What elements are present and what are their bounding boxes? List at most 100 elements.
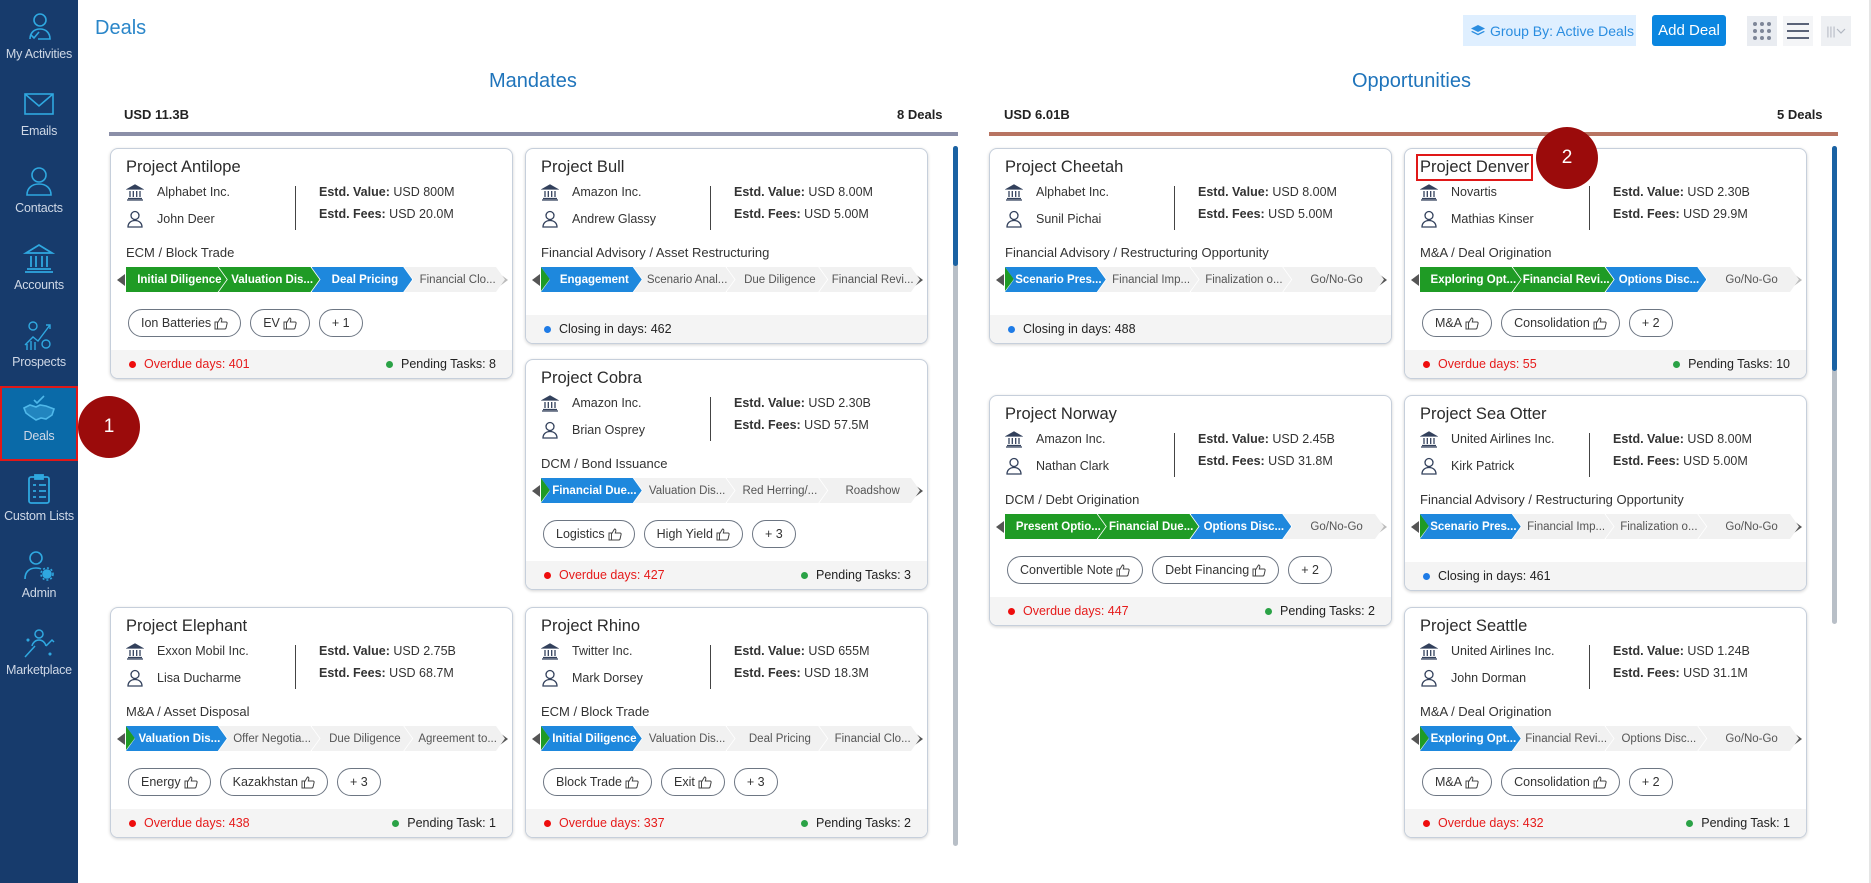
tag-chip[interactable]: Debt Financing: [1152, 556, 1280, 584]
pipeline-stage[interactable]: Financial Revi...: [1513, 726, 1614, 751]
pipeline-stage[interactable]: Agreement to...: [404, 726, 505, 751]
sidebar-item-emails[interactable]: Emails: [0, 81, 78, 157]
account-name[interactable]: United Airlines Inc.: [1451, 432, 1555, 446]
contact-name[interactable]: Kirk Patrick: [1451, 459, 1514, 473]
sidebar-item-contacts[interactable]: Contacts: [0, 158, 78, 234]
deal-title[interactable]: Project Elephant: [126, 617, 247, 636]
pending-tasks[interactable]: Pending Tasks: 8: [386, 357, 496, 371]
grid-view-button[interactable]: [1747, 16, 1777, 46]
pipeline-prev-arrow-icon[interactable]: [532, 273, 540, 286]
sidebar-item-deals[interactable]: Deals: [0, 386, 78, 461]
deal-card[interactable]: Project Cobra Amazon Inc. Brian Osprey E…: [525, 359, 928, 590]
more-tags-button[interactable]: + 3: [733, 768, 778, 796]
pipeline-stage[interactable]: Financial Clo...: [819, 726, 920, 751]
more-tags-button[interactable]: + 2: [1288, 556, 1332, 584]
pending-tasks[interactable]: Pending Tasks: 10: [1673, 357, 1790, 371]
pipeline-stage[interactable]: Financial Revi...: [1513, 267, 1614, 292]
sidebar-item-prospects[interactable]: Prospects: [0, 312, 78, 388]
pipeline-stage[interactable]: Exploring Opt...: [1420, 726, 1521, 751]
pipeline-stage[interactable]: Financial Due...: [541, 478, 642, 503]
sidebar-item-marketplace[interactable]: Marketplace: [0, 620, 78, 696]
pipeline-stage[interactable]: Deal Pricing: [727, 726, 828, 751]
pipeline-stage[interactable]: Financial Clo...: [404, 267, 505, 292]
deal-title[interactable]: Project Antilope: [126, 158, 241, 177]
tag-chip[interactable]: EV: [250, 309, 310, 337]
account-name[interactable]: Amazon Inc.: [572, 396, 641, 410]
column-view-dropdown[interactable]: |||: [1821, 16, 1851, 46]
tag-chip[interactable]: High Yield: [643, 520, 743, 548]
deal-title[interactable]: Project Norway: [1005, 405, 1117, 424]
sidebar-item-admin[interactable]: Admin: [0, 543, 78, 619]
deal-title[interactable]: Project Sea Otter: [1420, 405, 1547, 424]
pipeline-stage[interactable]: Exploring Opt...: [1420, 267, 1521, 292]
pipeline-stage[interactable]: Present Optio...: [1005, 514, 1106, 539]
pipeline-stage[interactable]: Go/No-Go: [1283, 267, 1384, 292]
pipeline-stage[interactable]: Red Herring/...: [727, 478, 828, 503]
contact-name[interactable]: Mark Dorsey: [572, 671, 643, 685]
more-tags-button[interactable]: + 1: [318, 309, 363, 337]
pipeline-stage[interactable]: Finalization o...: [1606, 514, 1707, 539]
account-name[interactable]: Alphabet Inc.: [1036, 185, 1109, 199]
deal-card[interactable]: Project Cheetah Alphabet Inc. Sunil Pich…: [989, 148, 1392, 344]
account-name[interactable]: Alphabet Inc.: [157, 185, 230, 199]
pipeline-stage[interactable]: Scenario Pres...: [1420, 514, 1521, 539]
deal-title[interactable]: Project Rhino: [541, 617, 640, 636]
pipeline-stage[interactable]: Financial Imp...: [1513, 514, 1614, 539]
contact-name[interactable]: Lisa Ducharme: [157, 671, 241, 685]
pipeline-stage[interactable]: Financial Due...: [1098, 514, 1199, 539]
tag-chip[interactable]: Logistics: [543, 520, 635, 548]
pipeline-prev-arrow-icon[interactable]: [117, 732, 125, 745]
pipeline-stage[interactable]: Go/No-Go: [1698, 514, 1799, 539]
contact-name[interactable]: Sunil Pichai: [1036, 212, 1101, 226]
pipeline-stage[interactable]: Valuation Dis...: [126, 726, 227, 751]
contact-name[interactable]: John Dorman: [1451, 671, 1526, 685]
tag-chip[interactable]: Ion Batteries: [128, 309, 242, 337]
deal-card[interactable]: Project Norway Amazon Inc. Nathan Clark …: [989, 395, 1392, 626]
pipeline-stage[interactable]: Valuation Dis...: [219, 267, 320, 292]
deal-card[interactable]: Project Antilope Alphabet Inc. John Deer…: [110, 148, 513, 379]
tag-chip[interactable]: Block Trade: [543, 768, 653, 796]
pipeline-stage[interactable]: Due Diligence: [312, 726, 413, 751]
tag-chip[interactable]: Consolidation: [1501, 309, 1620, 337]
account-name[interactable]: Novartis: [1451, 185, 1497, 199]
tag-chip[interactable]: M&A: [1422, 309, 1493, 337]
scrollbar-opportunities[interactable]: [1832, 146, 1837, 624]
pipeline-prev-arrow-icon[interactable]: [532, 732, 540, 745]
pipeline-prev-arrow-icon[interactable]: [1411, 273, 1419, 286]
deal-title[interactable]: Project Bull: [541, 158, 624, 177]
sidebar-item-custom-lists[interactable]: Custom Lists: [0, 466, 78, 542]
scrollbar-thumb[interactable]: [953, 146, 958, 266]
contact-name[interactable]: Brian Osprey: [572, 423, 645, 437]
pipeline-prev-arrow-icon[interactable]: [1411, 520, 1419, 533]
pending-tasks[interactable]: Pending Task: 1: [392, 816, 496, 830]
deal-title[interactable]: Project Cobra: [541, 369, 642, 388]
deal-card[interactable]: Project Sea Otter United Airlines Inc. K…: [1404, 395, 1807, 591]
pipeline-stage[interactable]: Options Disc...: [1606, 726, 1707, 751]
deal-card[interactable]: Project Denver Novartis Mathias Kinser E…: [1404, 148, 1807, 379]
deal-card[interactable]: Project Rhino Twitter Inc. Mark Dorsey E…: [525, 607, 928, 838]
pipeline-prev-arrow-icon[interactable]: [996, 520, 1004, 533]
tag-chip[interactable]: Convertible Note: [1007, 556, 1144, 584]
pipeline-stage[interactable]: Options Disc...: [1191, 514, 1292, 539]
tag-chip[interactable]: Energy: [128, 768, 211, 796]
pipeline-stage[interactable]: Financial Imp...: [1098, 267, 1199, 292]
sidebar-item-my-activities[interactable]: My Activities: [0, 4, 78, 80]
contact-name[interactable]: Andrew Glassy: [572, 212, 656, 226]
deal-card[interactable]: Project Elephant Exxon Mobil Inc. Lisa D…: [110, 607, 513, 838]
account-name[interactable]: Twitter Inc.: [572, 644, 632, 658]
account-name[interactable]: United Airlines Inc.: [1451, 644, 1555, 658]
pipeline-stage[interactable]: Go/No-Go: [1698, 726, 1799, 751]
deal-title[interactable]: Project Cheetah: [1005, 158, 1123, 177]
account-name[interactable]: Amazon Inc.: [572, 185, 641, 199]
more-tags-button[interactable]: + 3: [336, 768, 381, 796]
pipeline-stage[interactable]: Due Diligence: [727, 267, 828, 292]
pipeline-prev-arrow-icon[interactable]: [532, 484, 540, 497]
tag-chip[interactable]: Kazakhstan: [219, 768, 328, 796]
group-by-button[interactable]: Group By: Active Deals: [1463, 15, 1636, 46]
account-name[interactable]: Amazon Inc.: [1036, 432, 1105, 446]
more-tags-button[interactable]: + 3: [751, 520, 796, 548]
deal-card[interactable]: Project Seattle United Airlines Inc. Joh…: [1404, 607, 1807, 838]
scrollbar-mandates[interactable]: [953, 146, 958, 846]
pipeline-prev-arrow-icon[interactable]: [996, 273, 1004, 286]
pending-tasks[interactable]: Pending Tasks: 2: [1265, 604, 1375, 618]
